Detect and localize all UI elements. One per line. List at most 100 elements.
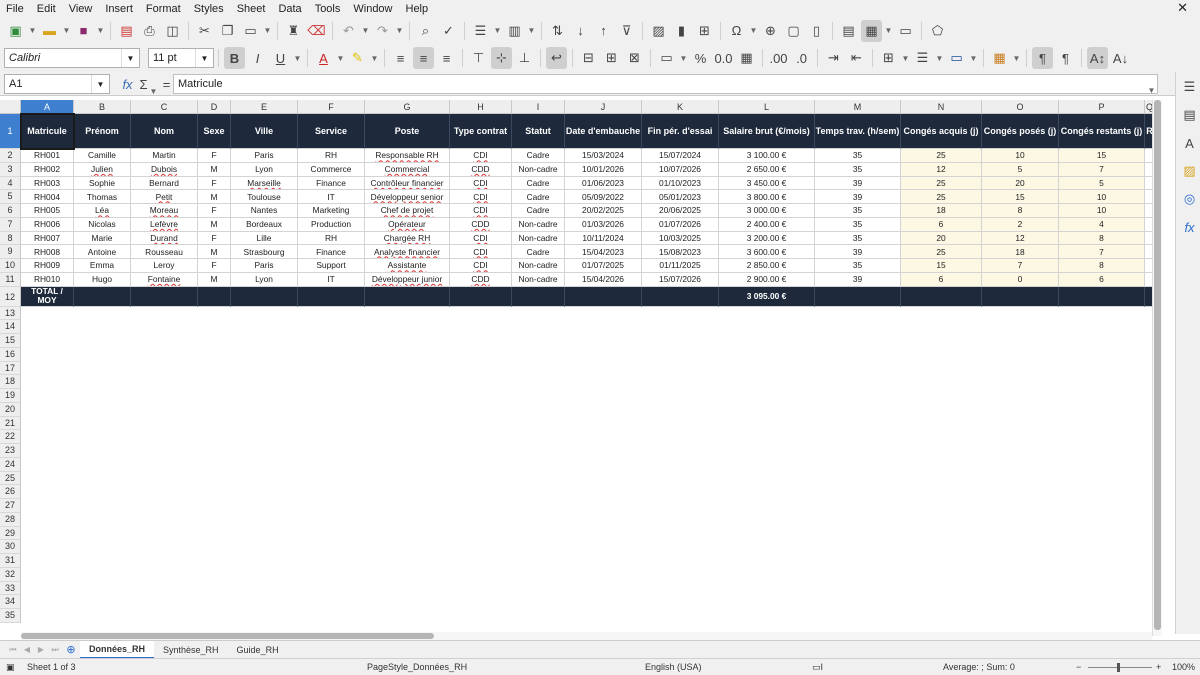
data-cell[interactable]: F [198,176,231,191]
total-cell[interactable] [512,286,565,307]
row-header-35[interactable]: 35 [0,609,21,623]
row-header-18[interactable]: 18 [0,375,21,389]
data-cell[interactable]: 15/04/2023 [565,245,642,259]
data-cell[interactable]: Marketing [298,204,365,218]
row-dropdown-icon[interactable]: ▼ [493,20,502,42]
selection-mode-icon[interactable]: ▭I [812,662,823,673]
paste-dropdown-icon[interactable]: ▼ [263,20,272,42]
data-cell[interactable]: 05/09/2022 [565,190,642,204]
data-cell[interactable]: Cadre [512,245,565,259]
data-cell[interactable]: 39 [815,176,901,191]
data-cell[interactable]: 6 [1059,272,1145,287]
data-cell[interactable]: CDI [450,190,512,204]
data-cell[interactable]: 3 000.00 € [719,204,815,218]
data-cell[interactable]: 4 [1059,217,1145,232]
vertical-scroll-thumb[interactable] [1154,100,1161,630]
data-cell[interactable]: M [198,272,231,287]
tab-guide-rh[interactable]: Guide_RH [228,641,288,659]
menu-data[interactable]: Data [278,3,301,15]
highlight-dropdown-icon[interactable]: ▼ [370,47,379,69]
freeze-dropdown-icon[interactable]: ▼ [884,20,893,42]
data-cell[interactable]: Nantes [231,204,298,218]
data-cell[interactable]: 12 [982,231,1059,246]
data-cell[interactable] [1145,149,1152,163]
column-header-n[interactable]: N [901,100,982,114]
data-cell[interactable]: F [198,259,231,273]
data-cell[interactable]: Cadre [512,149,565,163]
data-cell[interactable]: Antoine [74,245,131,259]
data-cell[interactable]: Contrôleur financier [365,176,450,191]
header-cell-c[interactable]: Nom [131,114,198,149]
column-header-e[interactable]: E [231,100,298,114]
align-left-icon[interactable]: ≡ [390,47,411,69]
header-cell-l[interactable]: Salaire brut (€/mois) [719,114,815,149]
column-header-o[interactable]: O [982,100,1059,114]
data-cell[interactable]: RH006 [21,217,74,232]
save-icon[interactable]: ■ [73,20,94,42]
data-cell[interactable]: Non-cadre [512,162,565,177]
increase-indent-icon[interactable]: ⇥ [823,47,844,69]
language[interactable]: English (USA) [645,662,702,672]
data-cell[interactable]: 15/07/2024 [642,149,719,163]
data-cell[interactable]: 39 [815,245,901,259]
border-style-icon[interactable]: ☰ [912,47,933,69]
data-cell[interactable]: 2 850.00 € [719,259,815,273]
row-header-2[interactable]: 2 [0,149,21,163]
row-header-8[interactable]: 8 [0,231,21,246]
data-cell[interactable]: 15 [1059,149,1145,163]
column-header-d[interactable]: D [198,100,231,114]
data-cell[interactable]: 10 [982,149,1059,163]
data-cell[interactable]: 5 [982,162,1059,177]
data-cell[interactable]: Martin [131,149,198,163]
header-cell-h[interactable]: Type contrat [450,114,512,149]
data-cell[interactable]: 8 [1059,231,1145,246]
data-cell[interactable]: RH008 [21,245,74,259]
data-cell[interactable]: Léa [74,204,131,218]
data-cell[interactable]: RH004 [21,190,74,204]
data-cell[interactable]: Thomas [74,190,131,204]
data-cell[interactable]: 6 [901,217,982,232]
data-cell[interactable]: 8 [982,204,1059,218]
data-cell[interactable]: 20 [901,231,982,246]
data-cell[interactable]: 01/06/2023 [565,176,642,191]
expand-formula-icon[interactable]: ▼ [1147,79,1156,101]
data-cell[interactable]: 3 450.00 € [719,176,815,191]
data-cell[interactable]: M [198,245,231,259]
text-direction-lr-icon[interactable]: A↕ [1087,47,1108,69]
data-cell[interactable]: Non-cadre [512,231,565,246]
header-cell-d[interactable]: Sexe [198,114,231,149]
data-cell[interactable]: 6 [901,272,982,287]
menu-edit[interactable]: Edit [37,3,56,15]
font-color-dropdown-icon[interactable]: ▼ [336,47,345,69]
column-header-p[interactable]: P [1059,100,1145,114]
row-header-32[interactable]: 32 [0,567,21,582]
data-cell[interactable]: 2 900.00 € [719,272,815,287]
open-dropdown-icon[interactable]: ▼ [62,20,71,42]
data-cell[interactable]: Leroy [131,259,198,273]
italic-icon[interactable]: I [247,47,268,69]
vertical-scrollbar[interactable] [1152,100,1162,636]
data-cell[interactable]: Paris [231,259,298,273]
spreadsheet-grid[interactable]: ABCDEFGHIJKLMNOPQ 1 2 3 4 5 6 7 8 9 10 11 12 13 14 15 1… [0,100,1152,632]
data-cell[interactable]: Hugo [74,272,131,287]
navigator-icon[interactable]: ◎ [1179,188,1200,210]
border-color-dropdown-icon[interactable]: ▼ [969,47,978,69]
column-header-a[interactable]: A [21,100,74,114]
export-pdf-icon[interactable]: ▤ [116,20,137,42]
comment-icon[interactable]: ▢ [783,20,804,42]
sort-descending-icon[interactable]: ↑ [593,20,614,42]
header-cell-k[interactable]: Fin pér. d'essai [642,114,719,149]
column-header-g[interactable]: G [365,100,450,114]
row-header-27[interactable]: 27 [0,499,21,513]
data-cell[interactable]: CDI [450,245,512,259]
data-cell[interactable]: CDI [450,259,512,273]
total-cell[interactable] [231,286,298,307]
zoom-level[interactable]: 100% [1172,662,1195,672]
data-cell[interactable]: Toulouse [231,190,298,204]
data-cell[interactable]: 35 [815,149,901,163]
data-cell[interactable]: 20/02/2025 [565,204,642,218]
header-footer-icon[interactable]: ▯ [806,20,827,42]
data-cell[interactable]: CDD [450,162,512,177]
data-cell[interactable]: 5 [1059,176,1145,191]
total-cell[interactable] [815,286,901,307]
